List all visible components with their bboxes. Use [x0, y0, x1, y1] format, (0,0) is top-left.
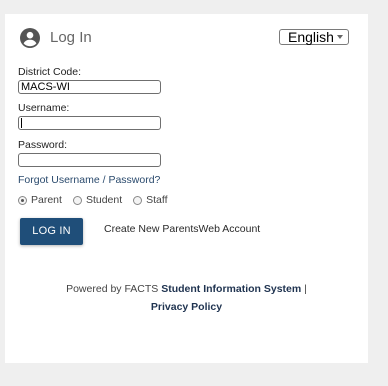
- login-card: Log In English District Code: MACS-WI Us…: [5, 14, 368, 363]
- role-student-label[interactable]: Student: [86, 194, 122, 206]
- role-student-radio[interactable]: [72, 195, 82, 205]
- sis-link[interactable]: Student Information System: [161, 283, 301, 295]
- user-circle-icon: [20, 28, 40, 48]
- footer-powered-by: Powered by FACTS Student Information Sys…: [5, 283, 368, 295]
- create-account-link[interactable]: Create New ParentsWeb Account: [104, 223, 260, 235]
- district-code-label: District Code:: [18, 66, 82, 78]
- privacy-policy-link[interactable]: Privacy Policy: [151, 301, 222, 313]
- login-button[interactable]: LOG IN: [20, 218, 83, 245]
- language-select-value: English: [288, 29, 334, 45]
- district-code-input[interactable]: MACS-WI: [18, 80, 161, 94]
- powered-by-text: Powered by FACTS: [66, 283, 159, 295]
- username-label: Username:: [18, 102, 70, 114]
- role-staff-radio[interactable]: [133, 195, 143, 205]
- password-label: Password:: [18, 139, 68, 151]
- role-radio-group: Parent Student Staff: [18, 194, 179, 206]
- forgot-credentials-link[interactable]: Forgot Username / Password?: [18, 174, 160, 186]
- password-input[interactable]: [18, 153, 161, 167]
- chevron-down-icon: [337, 35, 343, 39]
- footer-separator: |: [304, 283, 307, 295]
- page-title: Log In: [50, 29, 92, 46]
- role-staff-label[interactable]: Staff: [146, 194, 167, 206]
- username-input[interactable]: [18, 116, 161, 130]
- role-parent-radio[interactable]: [18, 195, 27, 205]
- language-select[interactable]: English: [279, 29, 349, 45]
- footer-privacy: Privacy Policy: [5, 301, 368, 313]
- role-parent-label[interactable]: Parent: [31, 194, 62, 206]
